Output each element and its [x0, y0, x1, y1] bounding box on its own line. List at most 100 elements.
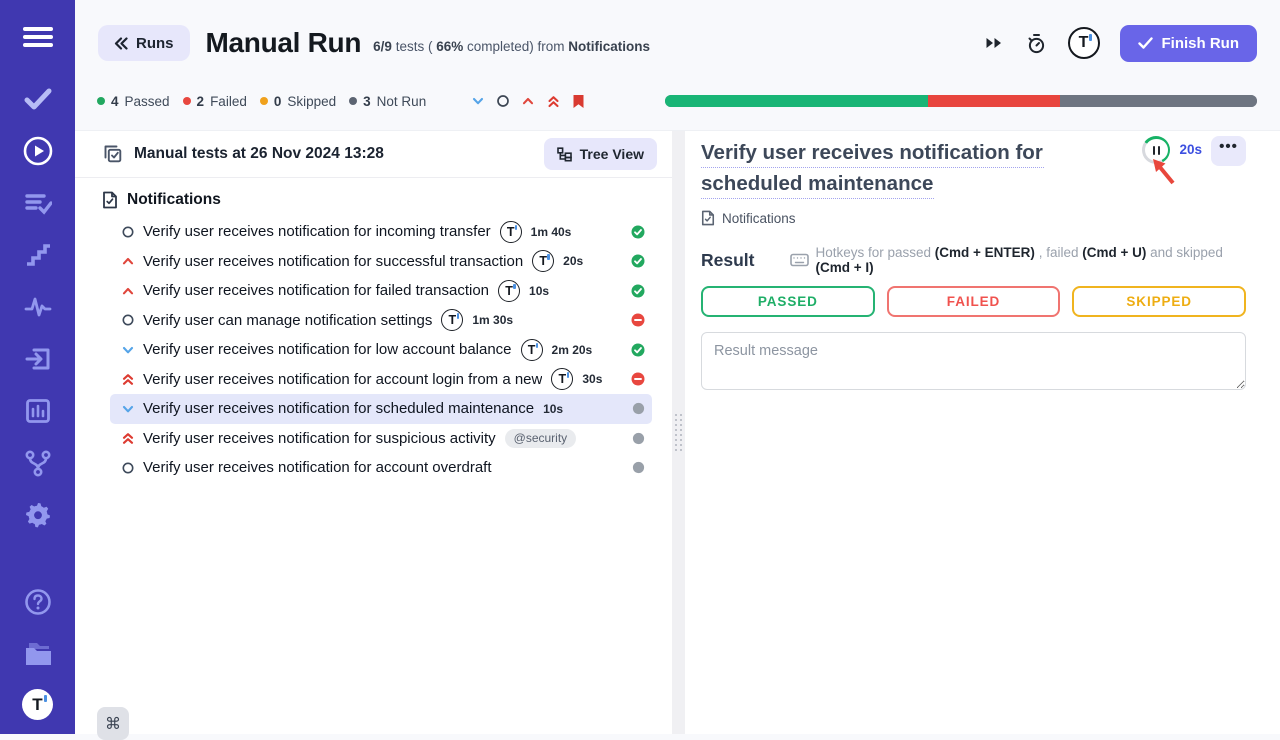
- tests-check-icon[interactable]: [21, 82, 55, 116]
- finish-run-button[interactable]: Finish Run: [1120, 25, 1258, 62]
- bookmark-filter-icon[interactable]: [572, 94, 585, 109]
- chevron-up-filter-icon[interactable]: [521, 94, 535, 108]
- runs-play-icon[interactable]: [21, 134, 55, 168]
- status-notrun-icon: [632, 432, 645, 445]
- test-duration: 1m 30s: [472, 313, 513, 327]
- test-duration: 1m 40s: [531, 225, 572, 239]
- status-passed-icon: [631, 284, 645, 298]
- steps-icon[interactable]: [21, 238, 55, 272]
- panels: Manual tests at 26 Nov 2024 13:28 Tree V…: [75, 130, 1280, 734]
- back-to-runs-button[interactable]: Runs: [98, 25, 190, 61]
- command-shortcut-button[interactable]: ⌘: [97, 707, 129, 740]
- test-row[interactable]: Verify user receives notification for in…: [110, 217, 652, 247]
- test-duration: 10s: [543, 402, 563, 416]
- check-icon: [1138, 37, 1153, 49]
- testomat-logo-icon[interactable]: T: [22, 689, 53, 720]
- testomat-logo-icon: T: [551, 368, 573, 390]
- test-row[interactable]: Verify user receives notification for su…: [110, 247, 652, 277]
- test-duration: 10s: [529, 284, 549, 298]
- test-detail-title[interactable]: Verify user receives notification for sc…: [701, 137, 1161, 199]
- run-progress-bar[interactable]: [665, 95, 1257, 107]
- fast-forward-icon[interactable]: [983, 35, 1004, 51]
- test-title-line-2: scheduled maintenance: [701, 168, 934, 199]
- pause-timer-button[interactable]: [1142, 136, 1170, 164]
- double-chevron-left-icon: [114, 37, 128, 50]
- status-failed-icon: [631, 372, 645, 386]
- test-title: Verify user receives notification for ac…: [143, 459, 492, 476]
- priority-high-icon: [121, 254, 135, 268]
- status-notrun-icon: [632, 402, 645, 415]
- sidebar: T: [0, 0, 75, 734]
- run-progress-subtitle: 6/9 tests ( 66% completed) from Notifica…: [373, 39, 650, 54]
- summary-passed[interactable]: 4Passed: [97, 94, 170, 109]
- mark-skipped-button[interactable]: SKIPPED: [1072, 286, 1246, 317]
- summary-skipped[interactable]: 0Skipped: [260, 94, 336, 109]
- failed-count: 2: [197, 94, 205, 109]
- testomat-logo-icon: T: [441, 309, 463, 331]
- test-detail-panel: Verify user receives notification for sc…: [685, 131, 1280, 734]
- branch-icon[interactable]: [21, 446, 55, 480]
- test-title-line-1: Verify user receives notification for: [701, 137, 1044, 168]
- notrun-dot-icon: [349, 97, 357, 105]
- test-row[interactable]: Verify user receives notification for ac…: [110, 453, 652, 483]
- testomat-logo-icon: T: [498, 280, 520, 302]
- status-bar: 4Passed 2 Failed 0Skipped 3Not Run: [75, 86, 1280, 130]
- test-plans-icon[interactable]: [21, 186, 55, 220]
- more-options-button[interactable]: •••: [1211, 136, 1246, 166]
- projects-folder-icon[interactable]: [21, 637, 55, 671]
- status-passed-icon: [631, 225, 645, 239]
- test-row[interactable]: Verify user receives notification for lo…: [110, 335, 652, 365]
- double-chevron-up-filter-icon[interactable]: [546, 94, 561, 109]
- finish-run-label: Finish Run: [1162, 35, 1240, 52]
- test-duration: 2m 20s: [552, 343, 593, 357]
- import-icon[interactable]: [21, 342, 55, 376]
- test-row[interactable]: Verify user receives notification for ac…: [110, 365, 652, 395]
- circle-filter-icon[interactable]: [496, 94, 510, 108]
- skipped-label: Skipped: [287, 94, 336, 109]
- priority-low-icon: [121, 402, 135, 416]
- mark-failed-button[interactable]: FAILED: [887, 286, 1061, 317]
- result-message-input[interactable]: [701, 332, 1246, 390]
- test-row[interactable]: Verify user receives notification for fa…: [110, 276, 652, 306]
- hotkeys-hint: Hotkeys for passed (Cmd + ENTER) , faile…: [790, 245, 1246, 275]
- settings-gear-icon[interactable]: [21, 498, 55, 532]
- topbar: Runs Manual Run 6/9 tests ( 66% complete…: [75, 0, 1280, 86]
- result-header: Result Hotkeys for passed (Cmd + ENTER) …: [701, 245, 1246, 275]
- tree-view-button[interactable]: Tree View: [544, 138, 657, 170]
- test-status: [625, 372, 645, 386]
- suite-file-icon: [701, 210, 715, 226]
- summary-failed[interactable]: 2 Failed: [183, 94, 247, 109]
- suite-group-notifications[interactable]: Notifications: [75, 178, 672, 215]
- help-icon[interactable]: [21, 585, 55, 619]
- status-failed-icon: [631, 313, 645, 327]
- testomat-logo-icon[interactable]: T: [1068, 27, 1100, 59]
- failed-label: Failed: [210, 94, 247, 109]
- test-row[interactable]: Verify user receives notification for sc…: [110, 394, 652, 424]
- test-title: Verify user receives notification for fa…: [143, 282, 489, 299]
- summary-notrun[interactable]: 3Not Run: [349, 94, 426, 109]
- test-row[interactable]: Verify user can manage notification sett…: [110, 306, 652, 336]
- mark-passed-button[interactable]: PASSED: [701, 286, 875, 317]
- failed-dot-icon: [183, 97, 191, 105]
- grip-dots-icon: [675, 414, 682, 451]
- passed-dot-icon: [97, 97, 105, 105]
- priority-critical-icon: [121, 431, 135, 446]
- panel-resize-handle[interactable]: [672, 131, 685, 734]
- progress-notrun-segment: [1060, 95, 1257, 107]
- priority-normal-icon: [121, 225, 135, 239]
- analytics-icon[interactable]: [21, 394, 55, 428]
- back-to-runs-label: Runs: [136, 35, 174, 52]
- chevron-down-filter-icon[interactable]: [471, 94, 485, 108]
- timer-cluster: 20s •••: [1142, 136, 1246, 166]
- menu-icon[interactable]: [21, 20, 55, 54]
- test-status: [626, 432, 645, 445]
- test-title: Verify user receives notification for su…: [143, 430, 496, 447]
- breadcrumb[interactable]: Notifications: [701, 210, 1246, 226]
- progress-failed-segment: [928, 95, 1060, 107]
- sidebar-bottom: T: [21, 585, 55, 720]
- notrun-label: Not Run: [377, 94, 427, 109]
- stopwatch-icon[interactable]: [1024, 31, 1048, 56]
- pause-icon: [1145, 139, 1168, 162]
- pulse-icon[interactable]: [21, 290, 55, 324]
- test-row[interactable]: Verify user receives notification for su…: [110, 424, 652, 454]
